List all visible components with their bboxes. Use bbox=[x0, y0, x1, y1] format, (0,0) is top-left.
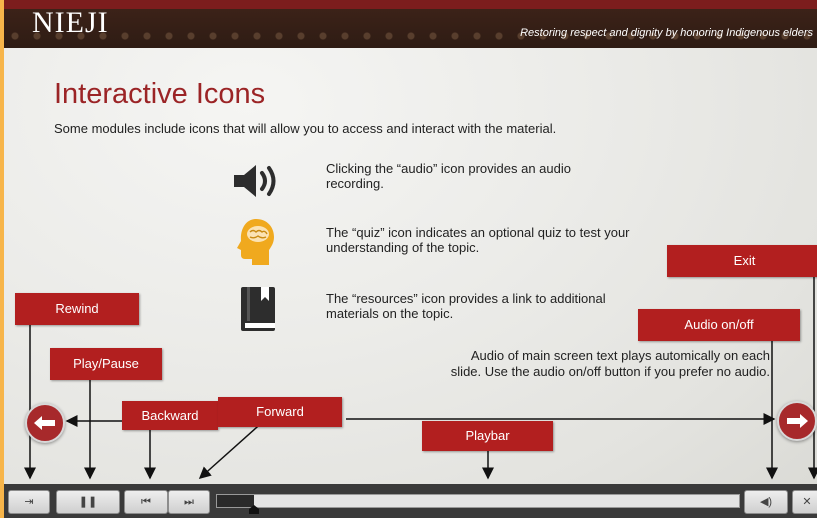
callout-audio-onoff: Audio on/off bbox=[638, 309, 800, 341]
callout-exit: Exit bbox=[667, 245, 817, 277]
close-icon: ✕ bbox=[802, 496, 812, 508]
player-toolbar: ⇥ ❚❚ ⏮ ⏭ ◀) ✕ bbox=[4, 484, 817, 518]
callout-backward: Backward bbox=[122, 401, 218, 430]
callout-playbar: Playbar bbox=[422, 421, 553, 451]
play-pause-button[interactable]: ❚❚ bbox=[56, 490, 120, 514]
callout-forward: Forward bbox=[218, 397, 342, 427]
callout-rewind: Rewind bbox=[15, 293, 139, 325]
forward-button[interactable]: ⏭ bbox=[168, 490, 210, 514]
playbar-thumb[interactable] bbox=[248, 504, 260, 514]
rewind-icon: ⇥ bbox=[24, 496, 34, 508]
next-icon: ⏭ bbox=[184, 496, 194, 508]
backward-button[interactable]: ⏮ bbox=[124, 490, 168, 514]
callout-play-pause: Play/Pause bbox=[50, 348, 162, 380]
exit-button[interactable]: ✕ bbox=[792, 490, 817, 514]
forward-arrow-icon[interactable] bbox=[777, 401, 817, 441]
audio-toggle-button[interactable]: ◀) bbox=[744, 490, 788, 514]
previous-icon: ⏮ bbox=[141, 496, 151, 508]
playbar[interactable] bbox=[216, 494, 740, 514]
slide-stage: NIEJI Restoring respect and dignity by h… bbox=[4, 0, 817, 518]
rewind-button[interactable]: ⇥ bbox=[8, 490, 50, 514]
audio-icon: ◀) bbox=[759, 496, 773, 508]
pause-icon: ❚❚ bbox=[78, 496, 98, 508]
back-arrow-icon[interactable] bbox=[25, 403, 65, 443]
